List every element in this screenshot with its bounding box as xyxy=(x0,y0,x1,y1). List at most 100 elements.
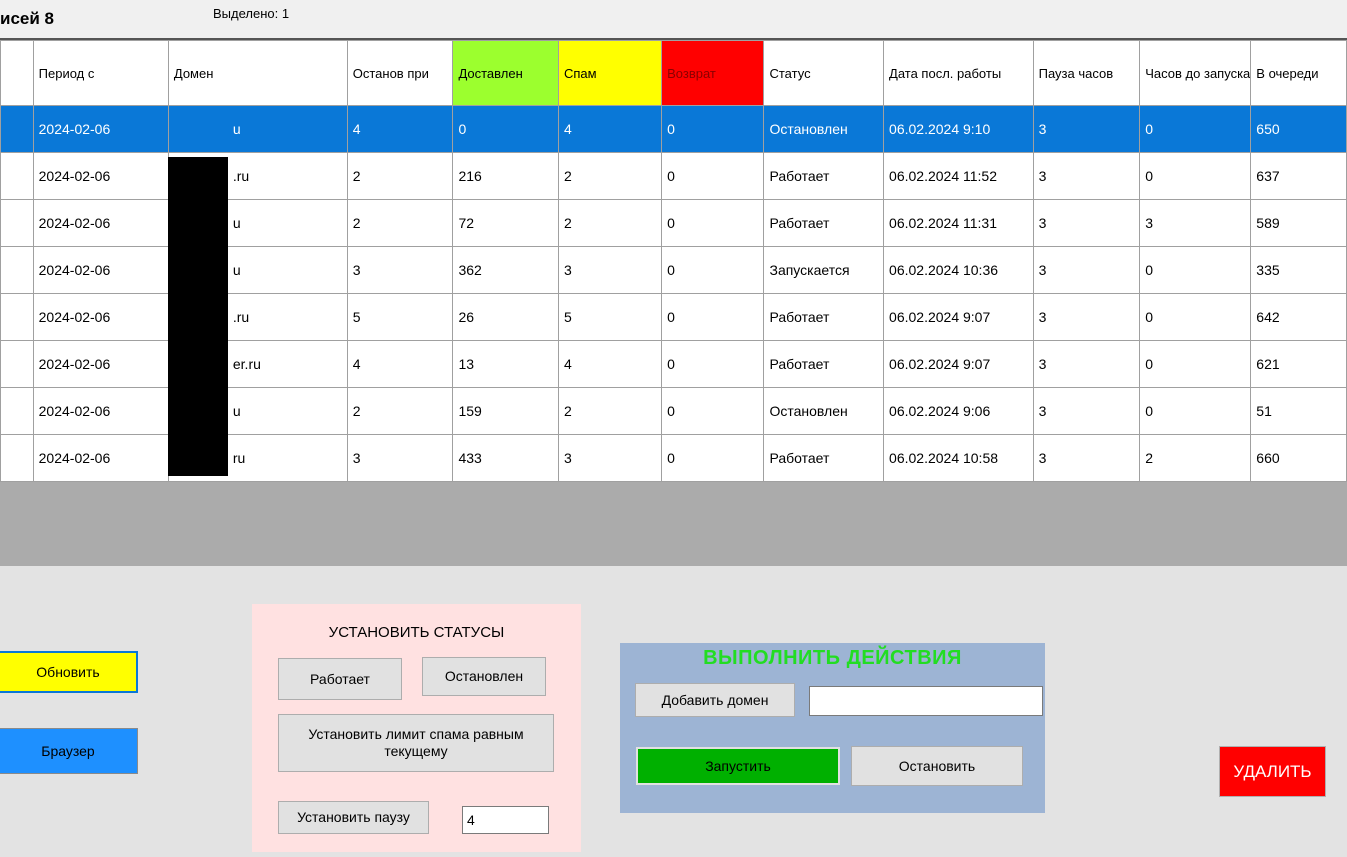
cell-period[interactable]: 2024-02-06 xyxy=(32,246,169,294)
cell-delivered[interactable]: 216 xyxy=(452,152,559,200)
row-header-cell[interactable] xyxy=(0,199,34,247)
cell-period[interactable]: 2024-02-06 xyxy=(32,434,169,482)
cell-last-run[interactable]: 06.02.2024 9:07 xyxy=(883,293,1034,341)
cell-queue[interactable]: 589 xyxy=(1250,199,1347,247)
cell-pause-hours[interactable]: 3 xyxy=(1032,340,1141,388)
cell-last-run[interactable]: 06.02.2024 10:58 xyxy=(883,434,1034,482)
cell-stop-at[interactable]: 4 xyxy=(346,105,454,153)
cell-pause-hours[interactable]: 3 xyxy=(1032,387,1141,435)
cell-pause-hours[interactable]: 3 xyxy=(1032,152,1141,200)
cell-returned[interactable]: 0 xyxy=(661,293,765,341)
cell-hours-to-start[interactable]: 0 xyxy=(1139,152,1252,200)
cell-delivered[interactable]: 13 xyxy=(452,340,559,388)
cell-delivered[interactable]: 362 xyxy=(452,246,559,294)
pause-hours-input[interactable] xyxy=(462,806,549,834)
cell-hours-to-start[interactable]: 3 xyxy=(1139,199,1252,247)
column-header-pause-hours[interactable]: Пауза часов xyxy=(1032,40,1141,106)
cell-returned[interactable]: 0 xyxy=(661,199,765,247)
row-header-cell[interactable] xyxy=(0,105,34,153)
cell-returned[interactable]: 0 xyxy=(661,246,765,294)
row-header-cell[interactable] xyxy=(0,434,34,482)
column-header-spam[interactable]: Спам xyxy=(557,40,663,106)
cell-pause-hours[interactable]: 3 xyxy=(1032,246,1141,294)
refresh-button[interactable]: Обновить xyxy=(0,651,138,693)
cell-stop-at[interactable]: 5 xyxy=(346,293,454,341)
domain-input[interactable] xyxy=(809,686,1043,716)
row-header-cell[interactable] xyxy=(0,340,34,388)
cell-spam[interactable]: 3 xyxy=(557,246,663,294)
stop-button[interactable]: Остановить xyxy=(851,746,1023,786)
cell-hours-to-start[interactable]: 2 xyxy=(1139,434,1252,482)
cell-pause-hours[interactable]: 3 xyxy=(1032,434,1141,482)
cell-period[interactable]: 2024-02-06 xyxy=(32,199,169,247)
column-header-period[interactable]: Период с xyxy=(32,40,169,106)
cell-status[interactable]: Работает xyxy=(763,434,885,482)
cell-period[interactable]: 2024-02-06 xyxy=(32,152,169,200)
cell-returned[interactable]: 0 xyxy=(661,105,765,153)
cell-status[interactable]: Запускается xyxy=(763,246,885,294)
column-header-hours-to-start[interactable]: Часов до запуска xyxy=(1139,40,1252,106)
cell-status[interactable]: Работает xyxy=(763,340,885,388)
column-header-status[interactable]: Статус xyxy=(763,40,885,106)
cell-hours-to-start[interactable]: 0 xyxy=(1139,105,1252,153)
cell-returned[interactable]: 0 xyxy=(661,434,765,482)
column-header-delivered[interactable]: Доставлен xyxy=(452,40,559,106)
set-pause-button[interactable]: Установить паузу xyxy=(278,801,429,834)
column-header-last-run[interactable]: Дата посл. работы xyxy=(883,40,1034,106)
cell-last-run[interactable]: 06.02.2024 11:31 xyxy=(883,199,1034,247)
cell-spam[interactable]: 2 xyxy=(557,199,663,247)
set-stopped-button[interactable]: Остановлен xyxy=(422,657,546,696)
cell-last-run[interactable]: 06.02.2024 9:10 xyxy=(883,105,1034,153)
cell-pause-hours[interactable]: 3 xyxy=(1032,105,1141,153)
cell-domain[interactable]: u xyxy=(167,105,348,153)
cell-last-run[interactable]: 06.02.2024 9:07 xyxy=(883,340,1034,388)
cell-stop-at[interactable]: 2 xyxy=(346,152,454,200)
cell-queue[interactable]: 637 xyxy=(1250,152,1347,200)
row-header-cell[interactable] xyxy=(0,152,34,200)
cell-queue[interactable]: 642 xyxy=(1250,293,1347,341)
row-header-cell[interactable] xyxy=(0,246,34,294)
cell-last-run[interactable]: 06.02.2024 10:36 xyxy=(883,246,1034,294)
cell-hours-to-start[interactable]: 0 xyxy=(1139,387,1252,435)
set-working-button[interactable]: Работает xyxy=(278,658,402,700)
cell-delivered[interactable]: 159 xyxy=(452,387,559,435)
cell-spam[interactable]: 4 xyxy=(557,105,663,153)
cell-status[interactable]: Остановлен xyxy=(763,105,885,153)
cell-hours-to-start[interactable]: 0 xyxy=(1139,246,1252,294)
cell-period[interactable]: 2024-02-06 xyxy=(32,105,169,153)
cell-period[interactable]: 2024-02-06 xyxy=(32,340,169,388)
cell-status[interactable]: Остановлен xyxy=(763,387,885,435)
cell-delivered[interactable]: 433 xyxy=(452,434,559,482)
add-domain-button[interactable]: Добавить домен xyxy=(635,683,795,717)
column-header-domain[interactable]: Домен xyxy=(167,40,348,106)
cell-spam[interactable]: 4 xyxy=(557,340,663,388)
cell-returned[interactable]: 0 xyxy=(661,387,765,435)
cell-last-run[interactable]: 06.02.2024 9:06 xyxy=(883,387,1034,435)
cell-period[interactable]: 2024-02-06 xyxy=(32,387,169,435)
set-spam-limit-button[interactable]: Установить лимит спама равным текущему xyxy=(278,714,554,772)
cell-period[interactable]: 2024-02-06 xyxy=(32,293,169,341)
row-header-cell[interactable] xyxy=(0,293,34,341)
cell-delivered[interactable]: 26 xyxy=(452,293,559,341)
cell-queue[interactable]: 51 xyxy=(1250,387,1347,435)
cell-hours-to-start[interactable]: 0 xyxy=(1139,293,1252,341)
cell-delivered[interactable]: 72 xyxy=(452,199,559,247)
cell-delivered[interactable]: 0 xyxy=(452,105,559,153)
cell-stop-at[interactable]: 3 xyxy=(346,246,454,294)
cell-spam[interactable]: 2 xyxy=(557,387,663,435)
cell-spam[interactable]: 3 xyxy=(557,434,663,482)
cell-hours-to-start[interactable]: 0 xyxy=(1139,340,1252,388)
cell-queue[interactable]: 650 xyxy=(1250,105,1347,153)
cell-spam[interactable]: 2 xyxy=(557,152,663,200)
column-header-returned[interactable]: Возврат xyxy=(661,40,765,106)
cell-spam[interactable]: 5 xyxy=(557,293,663,341)
cell-returned[interactable]: 0 xyxy=(661,340,765,388)
table-row[interactable]: 2024-02-06 u 4 0 4 0 Остановлен 06.02.2024 9:10… xyxy=(0,105,1347,153)
cell-stop-at[interactable]: 3 xyxy=(346,434,454,482)
cell-pause-hours[interactable]: 3 xyxy=(1032,199,1141,247)
cell-status[interactable]: Работает xyxy=(763,152,885,200)
start-button[interactable]: Запустить xyxy=(636,747,840,785)
delete-button[interactable]: УДАЛИТЬ xyxy=(1219,746,1326,797)
cell-last-run[interactable]: 06.02.2024 11:52 xyxy=(883,152,1034,200)
cell-stop-at[interactable]: 2 xyxy=(346,387,454,435)
